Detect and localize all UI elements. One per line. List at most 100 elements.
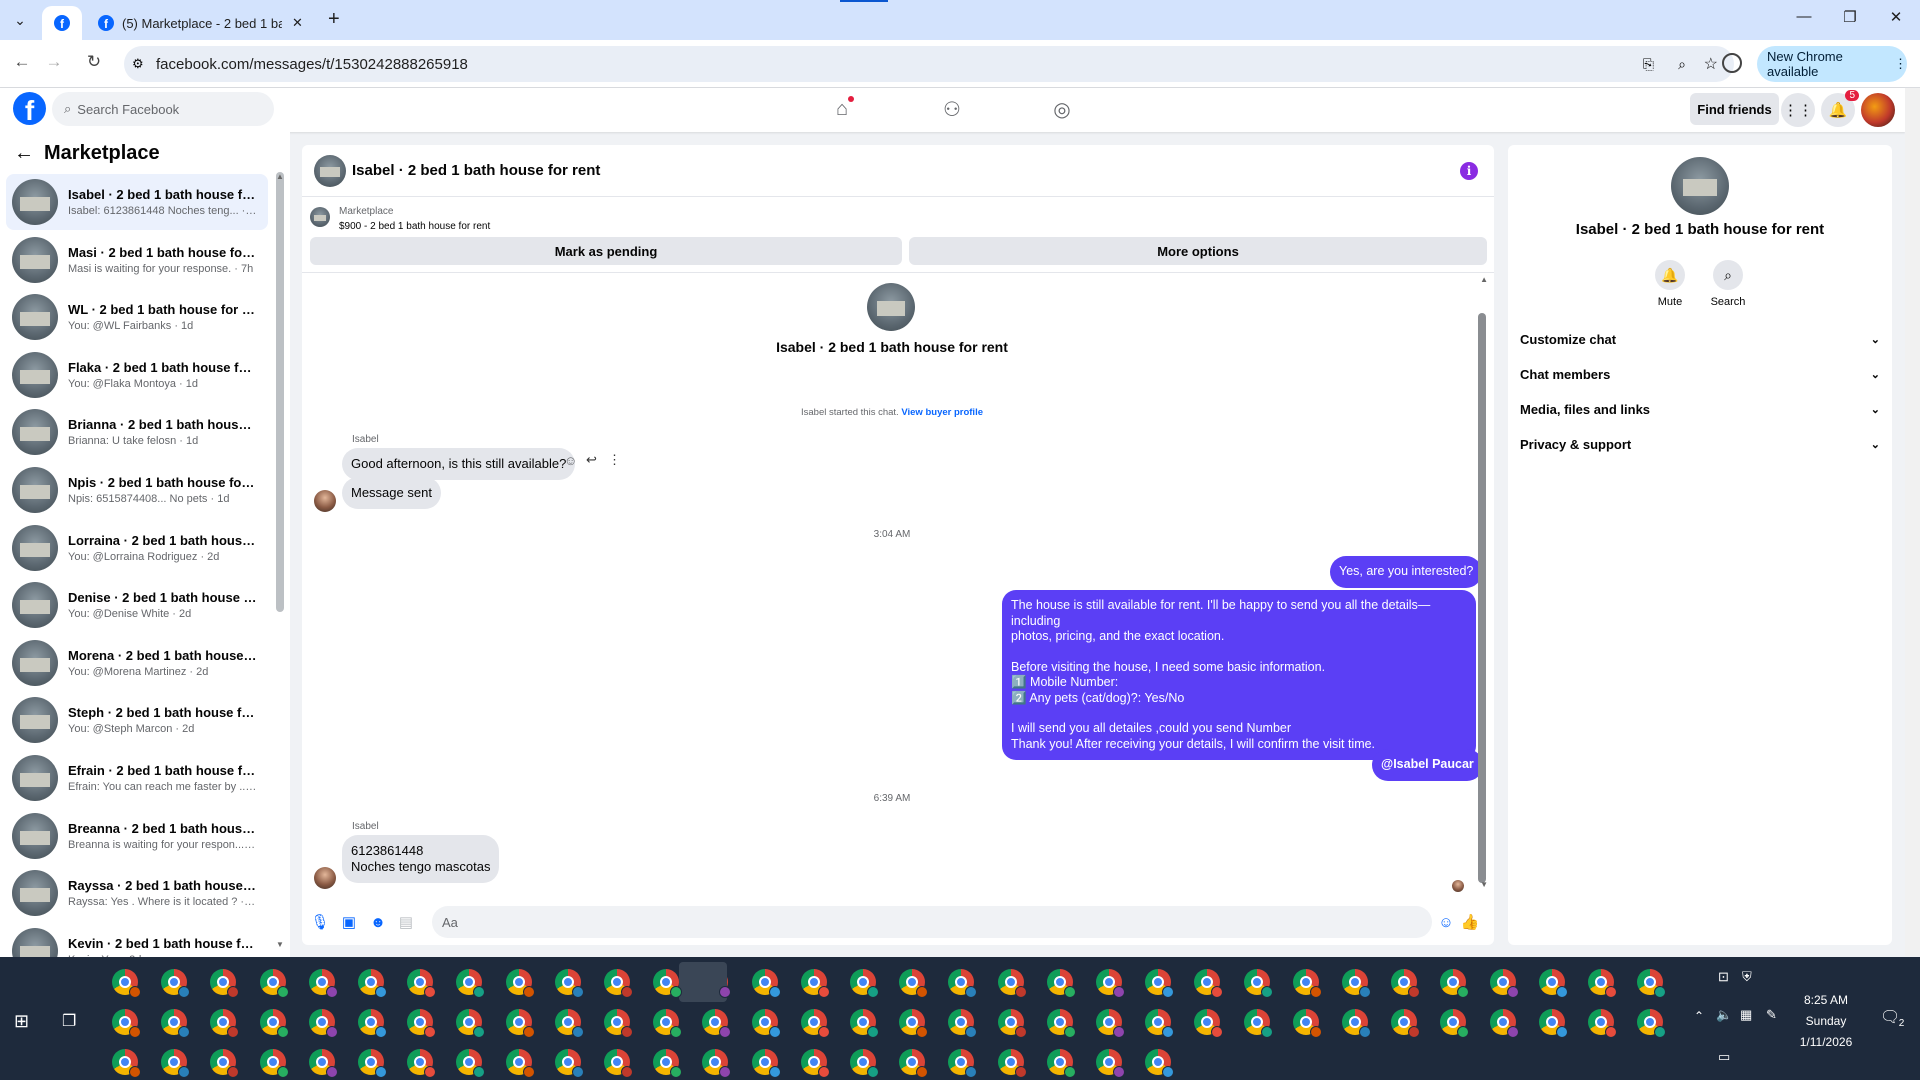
chrome-taskbar-icon[interactable] (259, 1049, 289, 1078)
task-view-icon[interactable]: ❐ (62, 1011, 76, 1031)
restore-icon[interactable]: ❐ (1830, 8, 1870, 32)
chrome-taskbar-icon[interactable] (1489, 969, 1519, 998)
details-avatar[interactable] (1671, 157, 1729, 215)
chrome-taskbar-icon[interactable] (899, 1009, 929, 1038)
chrome-taskbar-icon[interactable] (1588, 969, 1617, 998)
scroll-up-arrow-icon[interactable]: ▲ (276, 172, 284, 181)
info-icon[interactable]: i (1460, 162, 1478, 180)
facebook-logo-icon[interactable]: f (13, 92, 46, 125)
chrome-taskbar-icon[interactable] (997, 1049, 1027, 1078)
conversation-item[interactable]: Steph · 2 bed 1 bath house for r... You: … (6, 692, 268, 748)
chrome-taskbar-icon[interactable] (653, 969, 683, 998)
chat-members-section[interactable]: Chat members ⌄ (1520, 357, 1880, 391)
chrome-taskbar-icon[interactable] (1342, 969, 1371, 998)
chrome-taskbar-icon[interactable] (1391, 1009, 1421, 1038)
new-tab-button[interactable]: + (328, 8, 340, 31)
chrome-taskbar-icon[interactable] (997, 969, 1027, 998)
account-avatar[interactable] (1861, 93, 1895, 127)
chrome-taskbar-icon[interactable] (456, 1049, 486, 1078)
chrome-taskbar-icon[interactable] (997, 1009, 1027, 1038)
chrome-taskbar-icon[interactable] (1145, 969, 1175, 998)
scroll-down-arrow-icon[interactable]: ▼ (276, 940, 284, 949)
customize-chat-section[interactable]: Customize chat ⌄ (1520, 322, 1880, 356)
chrome-taskbar-icon[interactable] (604, 969, 633, 998)
chrome-taskbar-icon[interactable] (210, 969, 240, 998)
chrome-taskbar-icon[interactable] (1538, 1009, 1568, 1038)
chrome-taskbar-icon[interactable] (800, 1049, 830, 1078)
chrome-taskbar-icon[interactable] (505, 1049, 535, 1078)
volume-icon[interactable]: 🔈 (1716, 1007, 1732, 1023)
chrome-taskbar-icon[interactable] (112, 1049, 141, 1078)
reply-icon[interactable]: ↩ (586, 452, 597, 468)
chrome-taskbar-icon[interactable] (850, 969, 879, 998)
chrome-taskbar-icon[interactable] (210, 1049, 240, 1078)
chrome-taskbar-icon[interactable] (1046, 1009, 1076, 1038)
chrome-taskbar-icon[interactable] (751, 969, 781, 998)
chrome-taskbar-icon[interactable] (1243, 969, 1273, 998)
chrome-taskbar-icon[interactable] (800, 1009, 830, 1038)
tab-marketplace[interactable]: f (5) Marketplace - 2 bed 1 bath house f… (86, 6, 326, 40)
address-bar[interactable]: ⚙ facebook.com/messages/t/15302428882659… (124, 46, 1734, 82)
chrome-taskbar-icon[interactable] (604, 1049, 633, 1078)
sender-avatar[interactable] (314, 867, 336, 889)
chrome-taskbar-icon[interactable] (308, 1009, 338, 1038)
tray-security-icon[interactable]: ⛨ (1742, 969, 1752, 985)
mark-as-pending-button[interactable]: Mark as pending (310, 237, 902, 265)
profile-icon[interactable] (1722, 53, 1742, 73)
chrome-taskbar-icon[interactable] (161, 969, 191, 998)
chrome-taskbar-icon[interactable] (1342, 1009, 1371, 1038)
chrome-taskbar-icon[interactable] (210, 1009, 240, 1038)
zoom-icon[interactable]: ⌕ (1678, 56, 1686, 73)
chrome-taskbar-icon[interactable] (554, 1009, 584, 1038)
more-menu-icon[interactable]: ⋮ (1894, 56, 1907, 72)
chrome-taskbar-icon[interactable] (1243, 1009, 1273, 1038)
notification-center-icon[interactable]: 🗨 2 (1880, 1007, 1904, 1029)
search-in-chat-button[interactable]: ⌕ Search (1703, 260, 1753, 308)
install-app-icon[interactable]: ⎘ (1643, 56, 1654, 73)
incoming-message[interactable]: Good afternoon, is this still available? (342, 448, 576, 480)
conversation-item[interactable]: Efrain · 2 bed 1 bath house for r... Efra… (6, 750, 268, 806)
chrome-taskbar-icon[interactable] (1292, 1009, 1322, 1038)
find-friends-button[interactable]: Find friends (1690, 93, 1779, 125)
chrome-taskbar-icon[interactable] (407, 1049, 437, 1078)
chrome-taskbar-icon[interactable] (1194, 969, 1224, 998)
chrome-taskbar-icon[interactable] (850, 1049, 879, 1078)
chat-title[interactable]: Isabel · 2 bed 1 bath house for rent (352, 162, 600, 179)
minimize-icon[interactable]: — (1784, 8, 1824, 32)
chrome-taskbar-icon[interactable] (1145, 1049, 1175, 1078)
message-more-icon[interactable]: ⋮ (608, 452, 621, 468)
attach-image-icon[interactable]: ▣ (339, 912, 359, 932)
chrome-taskbar-icon[interactable] (112, 969, 141, 998)
pen-icon[interactable]: ✎ (1766, 1007, 1777, 1023)
chrome-taskbar-icon[interactable] (1538, 969, 1568, 998)
chrome-taskbar-icon[interactable] (1096, 1049, 1125, 1078)
conversation-list-scrollbar[interactable] (276, 172, 284, 612)
notifications-bell-icon[interactable]: 🔔 5 (1821, 90, 1859, 127)
more-options-button[interactable]: More options (909, 237, 1487, 265)
chrome-taskbar-icon[interactable] (1194, 1009, 1224, 1038)
chrome-taskbar-icon[interactable] (358, 1049, 387, 1078)
network-icon[interactable]: ▦ (1740, 1007, 1752, 1023)
groups-nav-icon[interactable]: ◎ (1042, 94, 1082, 124)
chrome-taskbar-icon[interactable] (112, 1009, 141, 1038)
chrome-taskbar-icon[interactable] (604, 1009, 633, 1038)
sticker-icon[interactable]: ☻ (368, 912, 388, 932)
conversation-item[interactable]: Lorraina · 2 bed 1 bath house ... You: @L… (6, 520, 268, 576)
chrome-taskbar-icon[interactable] (407, 969, 437, 998)
friends-nav-icon[interactable]: ⚇ (932, 94, 972, 124)
chrome-taskbar-icon[interactable] (1489, 1009, 1519, 1038)
chrome-taskbar-icon[interactable] (1440, 969, 1470, 998)
system-clock[interactable]: 8:25 AM Sunday 1/11/2026 (1780, 990, 1872, 1053)
chrome-taskbar-icon[interactable] (1440, 1009, 1470, 1038)
forward-arrow-icon[interactable]: → (42, 52, 66, 76)
conversation-item[interactable]: Npis · 2 bed 1 bath house for rent Npis: … (6, 462, 268, 518)
facebook-search-input[interactable]: ⌕ Search Facebook (52, 92, 274, 126)
chrome-taskbar-icon[interactable] (161, 1009, 191, 1038)
chrome-taskbar-icon[interactable] (456, 969, 486, 998)
chrome-taskbar-icon[interactable] (505, 1009, 535, 1038)
message-input[interactable]: Aa (432, 906, 1432, 938)
outgoing-message[interactable]: Yes, are you interested? (1330, 556, 1483, 588)
listing-bar[interactable]: Marketplace $900 - 2 bed 1 bath house fo… (302, 197, 1494, 235)
gif-icon[interactable]: ▤ (396, 912, 416, 932)
chrome-taskbar-icon[interactable] (1046, 1049, 1076, 1078)
